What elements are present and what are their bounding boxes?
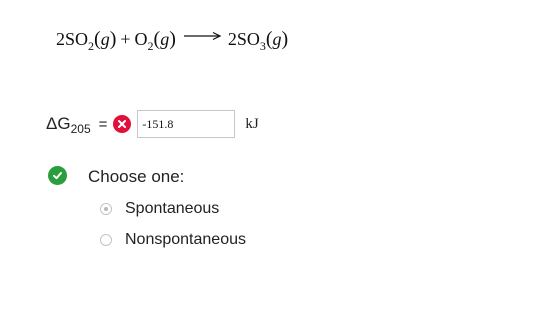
close-paren: ) bbox=[169, 28, 176, 50]
delta-g-subscript: 205 bbox=[70, 122, 91, 136]
reactant2-formula: O bbox=[134, 29, 148, 49]
correct-check-icon bbox=[48, 166, 67, 185]
product-subscript: 3 bbox=[259, 39, 266, 53]
radio-dot bbox=[104, 207, 108, 211]
option-spontaneous[interactable]: Spontaneous bbox=[100, 200, 219, 218]
close-paren: ) bbox=[281, 28, 289, 50]
product-phase: g bbox=[272, 29, 282, 49]
open-paren: ( bbox=[153, 28, 161, 50]
reaction-equation: 2 SO 2 ( g ) + O 2 ( g ) 2 SO 3 ( g ) bbox=[56, 28, 289, 53]
radio-button-unselected[interactable] bbox=[100, 234, 112, 246]
product-formula: SO bbox=[236, 29, 260, 49]
reactant1-formula: SO bbox=[65, 29, 89, 49]
incorrect-x-icon bbox=[113, 115, 132, 133]
close-paren: ) bbox=[109, 28, 117, 50]
radio-button-selected[interactable] bbox=[100, 203, 112, 215]
option-label[interactable]: Nonspontaneous bbox=[125, 231, 246, 249]
reaction-arrow-icon bbox=[183, 31, 222, 41]
product-coefficient: 2 bbox=[227, 29, 237, 49]
delta-g-unit: kJ bbox=[245, 115, 259, 132]
open-paren: ( bbox=[94, 28, 101, 50]
reactant1-subscript: 2 bbox=[88, 39, 95, 53]
delta-g-label: ΔG 205 bbox=[46, 114, 91, 136]
reactant2-subscript: 2 bbox=[147, 39, 154, 53]
choose-one-prompt: Choose one: bbox=[88, 167, 185, 186]
reactant1-phase: g bbox=[100, 29, 110, 49]
plus-sign: + bbox=[120, 29, 131, 49]
equals-sign: = bbox=[98, 115, 108, 133]
reactant2-phase: g bbox=[160, 29, 170, 49]
reactant1-coefficient: 2 bbox=[56, 29, 65, 49]
delta-g-row: ΔG 205 = kJ bbox=[46, 110, 259, 138]
option-nonspontaneous[interactable]: Nonspontaneous bbox=[100, 231, 246, 249]
option-label[interactable]: Spontaneous bbox=[125, 200, 219, 218]
delta-g-input[interactable] bbox=[137, 110, 236, 138]
delta-g-symbol: ΔG bbox=[46, 114, 71, 133]
open-paren: ( bbox=[265, 28, 273, 50]
